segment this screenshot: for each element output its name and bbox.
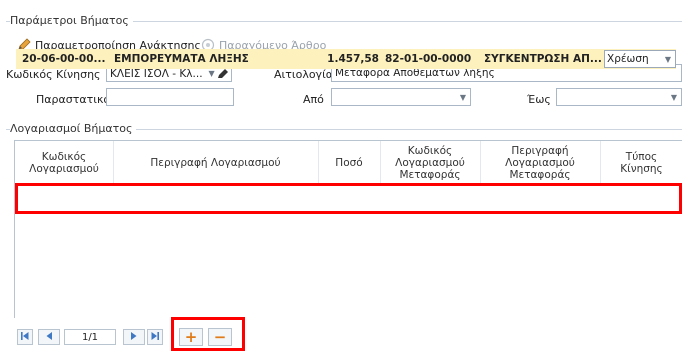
last-page-button[interactable]	[147, 329, 163, 345]
movement-type-value: Χρέωση	[607, 53, 649, 65]
chevron-down-icon: ▼	[459, 92, 466, 102]
chevron-down-icon: ▼	[208, 69, 215, 78]
movement-code-value: ΚΛΕΙΣ ΙΣΟΛ - Κλ...	[110, 67, 203, 80]
cell-account-code[interactable]: 20-06-00-00...	[22, 49, 112, 69]
col-header-transfer-code[interactable]: Κωδικός Λογαριασμού Μεταφοράς	[380, 141, 480, 185]
document-field[interactable]	[106, 88, 234, 106]
col-header-account-code[interactable]: Κωδικός Λογαριασμού	[15, 141, 113, 185]
table-row[interactable]: 20-06-00-00... ΕΜΠΟΡΕΥΜΑΤΑ ΛΗΞΗΣ 1.457,5…	[16, 49, 676, 69]
cell-transfer-code[interactable]: 82-01-00-0000	[385, 49, 481, 69]
to-combo[interactable]: ▼	[556, 88, 682, 106]
reason-label: Αιτιολογία	[274, 68, 334, 81]
pencil-icon[interactable]	[217, 68, 229, 80]
movement-code-label: Κωδικός Κίνησης	[6, 68, 101, 81]
to-label: Έως	[527, 93, 551, 106]
next-page-button[interactable]	[123, 329, 145, 345]
cell-amount[interactable]: 1.457,58	[319, 49, 379, 69]
from-combo[interactable]: ▼	[331, 88, 471, 106]
page-number: 1/1	[81, 331, 99, 343]
col-header-transfer-description[interactable]: Περιγραφή Λογαριασμού Μεταφοράς	[480, 141, 600, 185]
first-page-icon	[20, 331, 30, 344]
prev-page-icon	[44, 331, 54, 344]
col-header-amount[interactable]: Ποσό	[318, 141, 380, 185]
highlight-row-box	[15, 183, 682, 214]
grid-header: Κωδικός Λογαριασμού Περιγραφή Λογαριασμο…	[15, 141, 682, 186]
step-params-legend: Παράμετροι Βήματος	[10, 14, 133, 27]
prev-page-button[interactable]	[38, 329, 60, 345]
document-label: Παραστατικό	[36, 93, 111, 106]
chevron-down-icon: ▼	[670, 92, 677, 102]
last-page-icon	[150, 331, 160, 344]
col-header-account-description[interactable]: Περιγραφή Λογαριασμού	[113, 141, 318, 185]
col-header-movement-type[interactable]: Τύπος Κίνησης	[600, 141, 682, 185]
first-page-button[interactable]	[17, 329, 33, 345]
chevron-down-icon: ▼	[664, 54, 671, 64]
highlight-add-remove-box	[171, 317, 245, 351]
cell-account-description[interactable]: ΕΜΠΟΡΕΥΜΑΤΑ ΛΗΞΗΣ	[114, 49, 304, 69]
accounts-grid: Κωδικός Λογαριασμού Περιγραφή Λογαριασμο…	[14, 140, 682, 320]
cell-transfer-description[interactable]: ΣΥΓΚΕΝΤΡΩΣΗ ΑΠ...	[484, 49, 602, 69]
from-label: Από	[303, 93, 324, 106]
accounts-legend: Λογαριασμοί Βήματος	[10, 122, 137, 135]
page-indicator: 1/1	[64, 329, 116, 345]
movement-type-combo[interactable]: Χρέωση ▼	[604, 50, 676, 68]
next-page-icon	[129, 331, 139, 344]
